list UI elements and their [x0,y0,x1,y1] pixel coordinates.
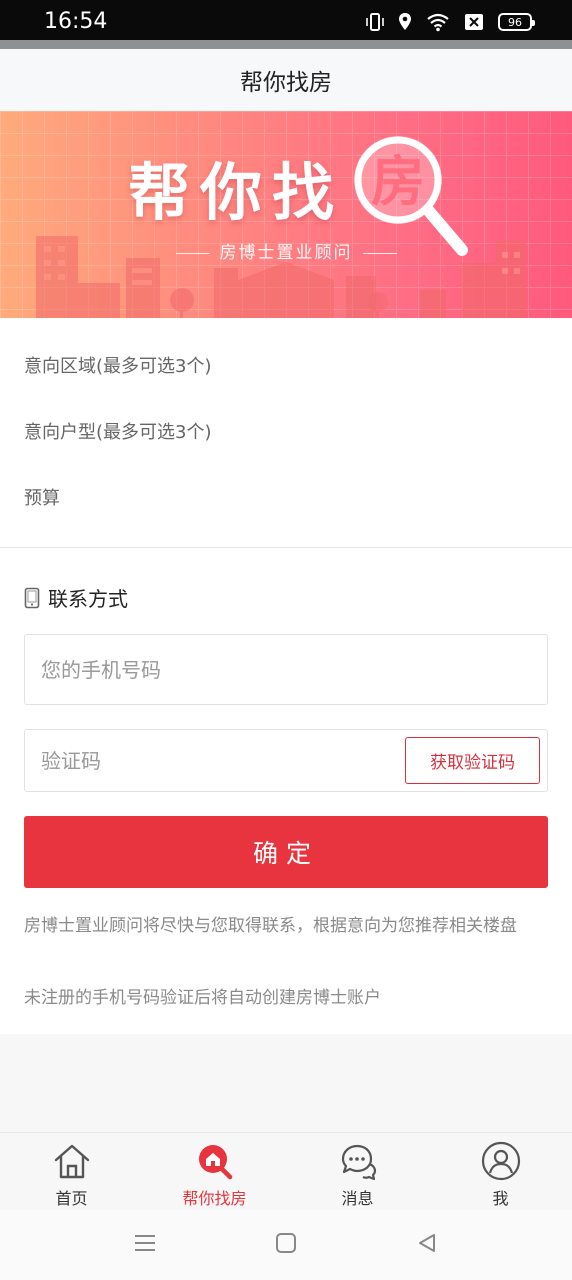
status-icons: 96 [366,12,535,32]
banner-title: 帮你找 [128,156,345,229]
area-selector[interactable]: 意向区域(最多可选3个) [24,352,212,378]
banner-circle-char: 房 [371,150,425,213]
tab-messages[interactable]: 消息 [286,1133,429,1211]
get-code-button[interactable]: 获取验证码 [405,737,540,784]
back-icon[interactable] [416,1232,438,1254]
account-note: 未注册的手机号码验证后将自动创建房博士账户 [24,988,381,1008]
battery-level: 96 [508,15,522,29]
location-icon [399,13,411,30]
house-search-icon [198,1145,232,1180]
phone-icon [24,587,40,608]
banner: 帮你找 房 房博士置业顾问 [0,111,572,318]
banner-subtitle-row: 房博士置业顾问 [0,238,572,263]
tab-me-label: 我 [492,1189,509,1208]
tab-home[interactable]: 首页 [0,1133,143,1211]
layout-selector[interactable]: 意向户型(最多可选3个) [24,418,212,444]
code-field: 获取验证码 [24,729,548,792]
preferences-section: 意向区域(最多可选3个) 意向户型(最多可选3个) 预算 [0,318,572,548]
battery-indicator: 96 [498,13,535,31]
menu-icon[interactable] [134,1232,156,1254]
contact-note: 房博士置业顾问将尽快与您取得联系，根据意向为您推荐相关楼盘 [24,916,517,936]
contact-title: 联系方式 [48,587,128,611]
phone-input[interactable] [41,635,381,704]
status-bar: 16:54 96 [0,0,572,40]
tab-me[interactable]: 我 [429,1133,572,1211]
vibrate-icon [366,13,384,31]
status-time: 16:54 [44,9,108,34]
tab-home-label: 首页 [55,1189,88,1208]
contact-heading: 联系方式 [24,583,128,612]
tab-find-house[interactable]: 帮你找房 [143,1133,286,1211]
code-input[interactable] [41,730,381,791]
page-header: 帮你找房 [0,49,572,111]
divider-left [175,252,210,254]
user-icon [481,1141,520,1181]
home-icon [54,1144,89,1179]
system-nav-bar [0,1210,572,1280]
wifi-icon [427,13,449,32]
no-sim-icon [465,14,483,30]
page-title: 帮你找房 [240,70,332,96]
budget-selector[interactable]: 预算 [24,484,60,510]
tab-find-house-label: 帮你找房 [182,1189,247,1208]
divider-right [362,252,397,254]
tab-messages-label: 消息 [341,1189,374,1208]
confirm-button[interactable]: 确定 [24,816,548,888]
banner-subtitle: 房博士置业顾问 [219,243,353,263]
phone-field [24,634,548,705]
home-button-icon[interactable] [275,1232,297,1254]
bottom-tab-bar: 首页 帮你找房 消息 我 [0,1132,572,1210]
status-divider [0,40,572,49]
chat-icon [341,1144,376,1181]
contact-section: 联系方式 获取验证码 确定 房博士置业顾问将尽快与您取得联系，根据意向为您推荐相… [0,548,572,1034]
